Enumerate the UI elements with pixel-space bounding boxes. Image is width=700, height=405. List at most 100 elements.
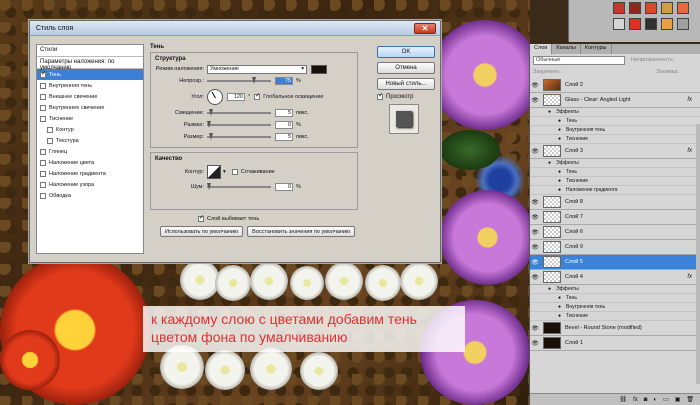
style-thumb[interactable] bbox=[661, 2, 673, 14]
style-checkbox[interactable] bbox=[47, 137, 53, 144]
effect-item[interactable]: ● Тень bbox=[530, 294, 700, 303]
eye-icon[interactable]: 👁 bbox=[530, 244, 540, 251]
style-item[interactable]: Внутренняя тень bbox=[37, 80, 143, 91]
eye-icon[interactable]: ● bbox=[558, 136, 566, 142]
close-button[interactable]: ✕ bbox=[414, 23, 436, 34]
effect-item[interactable]: ● Тиснение bbox=[530, 312, 700, 321]
style-item[interactable]: Контур bbox=[37, 124, 143, 135]
eye-icon[interactable]: ● bbox=[558, 178, 566, 184]
layer-name[interactable]: Слой 1 bbox=[565, 340, 583, 346]
eye-icon[interactable]: 👁 bbox=[530, 340, 540, 347]
layer-thumbnail[interactable] bbox=[543, 337, 561, 349]
eye-icon[interactable]: ● bbox=[558, 295, 566, 301]
eye-icon[interactable]: ● bbox=[558, 118, 566, 124]
new-style-button[interactable]: Новый стиль... bbox=[377, 78, 435, 90]
new-layer-icon[interactable]: ▣ bbox=[675, 396, 681, 403]
cancel-button[interactable]: Отмена bbox=[377, 62, 435, 74]
fx-icon[interactable]: fx bbox=[633, 397, 638, 403]
effects-group[interactable]: ● Эффекты bbox=[530, 285, 700, 294]
layer-name[interactable]: Слой 9 bbox=[565, 244, 583, 250]
style-thumb[interactable] bbox=[677, 2, 689, 14]
offset-slider[interactable] bbox=[207, 109, 271, 116]
eye-icon[interactable]: ● bbox=[548, 109, 556, 115]
eye-icon[interactable]: ● bbox=[558, 304, 566, 310]
fx-icon[interactable]: fx bbox=[687, 274, 692, 280]
tab-paths[interactable]: Контуры bbox=[581, 44, 612, 54]
eye-icon[interactable]: 👁 bbox=[530, 82, 540, 89]
style-checkbox[interactable] bbox=[47, 126, 53, 133]
layer-row[interactable]: 👁 Glass - Clear: Angled Light fx bbox=[530, 93, 700, 108]
mask-icon[interactable]: ◙ bbox=[644, 397, 648, 403]
layer-name[interactable]: Bevel - Round Stone (modified) bbox=[565, 325, 642, 331]
eye-icon[interactable]: 👁 bbox=[530, 148, 540, 155]
style-thumb[interactable] bbox=[661, 18, 673, 30]
layer-thumbnail[interactable] bbox=[543, 196, 561, 208]
eye-icon[interactable]: ● bbox=[548, 160, 556, 166]
style-checkbox[interactable] bbox=[40, 181, 46, 188]
angle-input[interactable]: 120 bbox=[227, 93, 245, 101]
style-item[interactable]: Наложение градиента bbox=[37, 168, 143, 179]
style-item[interactable]: Наложение цвета bbox=[37, 157, 143, 168]
trash-icon[interactable]: 🗑 bbox=[686, 396, 694, 403]
ok-button[interactable]: OK bbox=[377, 46, 435, 58]
layer-thumbnail[interactable] bbox=[543, 79, 561, 91]
style-item[interactable]: Обводка bbox=[37, 190, 143, 201]
make-default-button[interactable]: Использовать по умолчанию bbox=[160, 226, 244, 237]
slider-knob[interactable] bbox=[209, 109, 213, 116]
eye-icon[interactable]: ● bbox=[558, 313, 566, 319]
layer-name[interactable]: Слой 2 bbox=[565, 82, 583, 88]
layer-thumbnail[interactable] bbox=[543, 271, 561, 283]
effect-item[interactable]: ● Тень bbox=[530, 117, 700, 126]
style-checkbox[interactable] bbox=[40, 170, 46, 177]
spread-input[interactable]: 0 bbox=[275, 121, 293, 129]
layer-row[interactable]: 👁 Слой 6 bbox=[530, 225, 700, 240]
noise-input[interactable]: 0 bbox=[275, 183, 293, 191]
tab-channels[interactable]: Каналы bbox=[552, 44, 581, 54]
reset-default-button[interactable]: Восстановить значения по умолчанию bbox=[247, 226, 356, 237]
style-thumb[interactable] bbox=[645, 18, 657, 30]
blending-options-item[interactable]: Параметры наложения: по умолчанию bbox=[37, 57, 143, 71]
noise-slider[interactable] bbox=[207, 183, 271, 190]
opacity-slider[interactable] bbox=[207, 77, 271, 84]
layer-name[interactable]: Слой 7 bbox=[565, 214, 583, 220]
offset-input[interactable]: 5 bbox=[275, 109, 293, 117]
opacity-input[interactable]: 75 bbox=[275, 77, 293, 85]
style-thumb[interactable] bbox=[629, 18, 641, 30]
fx-icon[interactable]: fx bbox=[687, 148, 692, 154]
layer-blend-mode-select[interactable]: Обычные bbox=[533, 55, 625, 65]
eye-icon[interactable]: 👁 bbox=[530, 199, 540, 206]
link-icon[interactable]: ⛓ bbox=[619, 396, 627, 403]
layer-name[interactable]: Слой 3 bbox=[565, 148, 583, 154]
layer-row[interactable]: 👁 Bevel - Round Stone (modified) bbox=[530, 321, 700, 336]
layer-thumbnail[interactable] bbox=[543, 226, 561, 238]
effect-item[interactable]: ● Наложение градиента bbox=[530, 186, 700, 195]
eye-icon[interactable]: 👁 bbox=[530, 214, 540, 221]
style-checkbox[interactable] bbox=[40, 159, 46, 166]
blend-mode-select[interactable]: Умножение ▾ bbox=[207, 64, 307, 74]
layer-thumbnail[interactable] bbox=[543, 256, 561, 268]
folder-icon[interactable]: ▭ bbox=[663, 396, 669, 403]
dialog-titlebar[interactable]: Стиль слоя bbox=[30, 21, 440, 36]
eye-icon[interactable]: 👁 bbox=[530, 229, 540, 236]
size-slider[interactable] bbox=[207, 133, 271, 140]
antialias-checkbox[interactable] bbox=[231, 169, 238, 175]
eye-icon[interactable]: ● bbox=[558, 127, 566, 133]
effect-item[interactable]: ● Тиснение bbox=[530, 135, 700, 144]
layer-row[interactable]: 👁 Слой 8 bbox=[530, 195, 700, 210]
layer-name[interactable]: Слой 8 bbox=[565, 199, 583, 205]
style-item[interactable]: Тень bbox=[37, 69, 143, 80]
layer-name[interactable]: Слой 5 bbox=[565, 259, 583, 265]
style-checkbox[interactable] bbox=[40, 192, 46, 199]
chevron-down-icon[interactable]: ▾ bbox=[223, 169, 226, 175]
knockout-checkbox[interactable] bbox=[198, 214, 204, 222]
layer-row[interactable]: 👁 Слой 3 fx bbox=[530, 144, 700, 159]
layer-name[interactable]: Слой 6 bbox=[565, 229, 583, 235]
slider-knob[interactable] bbox=[207, 121, 211, 128]
layer-thumbnail[interactable] bbox=[543, 145, 561, 157]
slider-knob[interactable] bbox=[209, 133, 213, 140]
adjustment-icon[interactable]: ◐ bbox=[653, 397, 657, 403]
layer-name[interactable]: Слой 4 bbox=[565, 274, 583, 280]
style-thumb[interactable] bbox=[613, 18, 625, 30]
layer-row[interactable]: 👁 Слой 1 bbox=[530, 336, 700, 351]
layer-thumbnail[interactable] bbox=[543, 322, 561, 334]
